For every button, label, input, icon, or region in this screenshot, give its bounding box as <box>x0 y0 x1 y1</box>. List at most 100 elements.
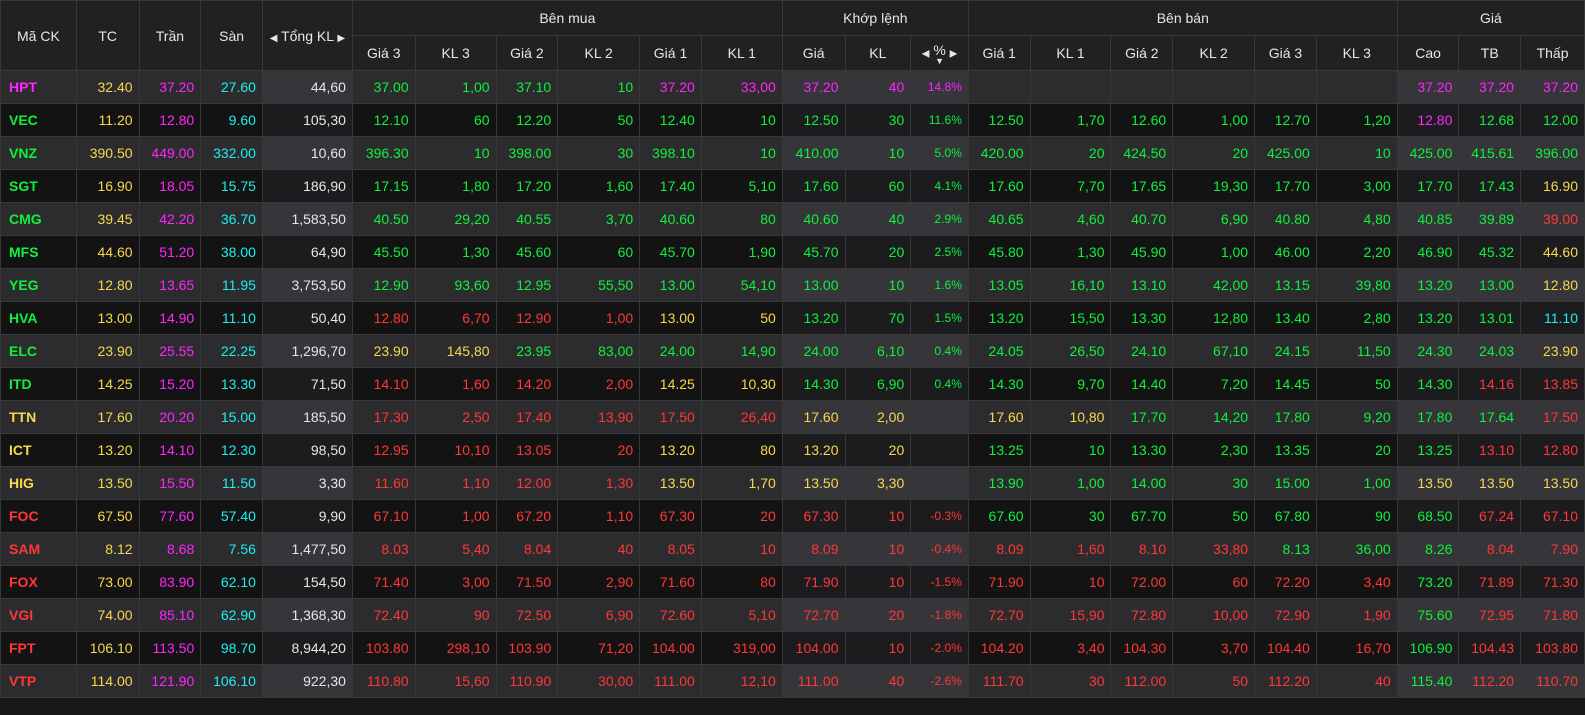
symbol-cell[interactable]: SGT <box>0 169 77 203</box>
symbol-cell[interactable]: ITD <box>0 367 77 401</box>
cell-hi: 17.80 <box>1396 400 1460 434</box>
header-avg[interactable]: TB <box>1458 35 1522 71</box>
symbol-cell[interactable]: VTP <box>0 664 77 698</box>
header-match-vol[interactable]: KL <box>844 35 912 71</box>
header-ask-vol-1[interactable]: KL 1 <box>1029 35 1112 71</box>
caret-right-icon[interactable]: ▶ <box>337 33 345 44</box>
table-row[interactable]: FPT 106.10 113.50 98.70 8,944,20 103.80 298,10… <box>0 631 1585 665</box>
cell-avg: 67.24 <box>1458 499 1522 533</box>
header-ask-price-3[interactable]: Giá 3 <box>1254 35 1317 71</box>
header-high[interactable]: Cao <box>1396 35 1460 71</box>
symbol-cell[interactable]: ICT <box>0 433 77 467</box>
header-ask-vol-3[interactable]: KL 3 <box>1315 35 1398 71</box>
caret-left-icon[interactable]: ◀ <box>922 49 930 60</box>
cell-bv3: 10,10 <box>414 433 497 467</box>
cell-san: 15.75 <box>200 169 263 203</box>
cell-hi: 115.40 <box>1396 664 1460 698</box>
symbol-cell[interactable]: YEG <box>0 268 77 302</box>
table-row[interactable]: VEC 11.20 12.80 9.60 105,30 12.10 60 12.20 50 12.… <box>0 103 1585 137</box>
table-row[interactable]: ELC 23.90 25.55 22.25 1,296,70 23.90 145,80 23.… <box>0 334 1585 368</box>
cell-bv3: 29,20 <box>414 202 497 236</box>
header-bid-vol-1[interactable]: KL 1 <box>700 35 783 71</box>
header-bid-price-2[interactable]: Giá 2 <box>495 35 559 71</box>
cell-tran: 85.10 <box>138 598 202 632</box>
caret-left-icon[interactable]: ◀ <box>270 33 278 44</box>
header-bid-vol-2[interactable]: KL 2 <box>557 35 641 71</box>
cell-av1: 9,70 <box>1029 367 1112 401</box>
cell-avg: 45.32 <box>1458 235 1522 269</box>
cell-ap3 <box>1254 70 1317 104</box>
cell-av1: 10,80 <box>1029 400 1112 434</box>
cell-av1: 15,90 <box>1029 598 1112 632</box>
header-match-pct[interactable]: ◀ % ▼ ▶ <box>910 35 969 71</box>
cell-bv2: 60 <box>557 235 641 269</box>
symbol-cell[interactable]: CMG <box>0 202 77 236</box>
cell-bp3: 45.50 <box>351 235 416 269</box>
table-row[interactable]: ICT 13.20 14.10 12.30 98,50 12.95 10,10 13.05 20… <box>0 433 1585 467</box>
table-row[interactable]: HPT 32.40 37.20 27.60 44,60 37.00 1,00 37.10 10 3… <box>0 70 1585 104</box>
symbol-cell[interactable]: HIG <box>0 466 77 500</box>
header-san[interactable]: Sàn <box>200 0 263 71</box>
table-row[interactable]: TTN 17.60 20.20 15.00 185,50 17.30 2,50 17.40 13… <box>0 400 1585 434</box>
table-row[interactable]: HVA 13.00 14.90 11.10 50,40 12.80 6,70 12.90 1,0… <box>0 301 1585 335</box>
header-bid-price-1[interactable]: Giá 1 <box>639 35 702 71</box>
symbol-cell[interactable]: VGI <box>0 598 77 632</box>
header-low[interactable]: Thấp <box>1520 35 1585 71</box>
symbol-cell[interactable]: HPT <box>0 70 77 104</box>
cell-bv1: 1,70 <box>700 466 783 500</box>
table-row[interactable]: FOC 67.50 77.60 57.40 9,90 67.10 1,00 67.20 1,10… <box>0 499 1585 533</box>
cell-ap1: 420.00 <box>967 136 1031 170</box>
cell-av3: 39,80 <box>1315 268 1398 302</box>
header-symbol[interactable]: Mã CK <box>0 0 77 71</box>
cell-bv1: 10 <box>700 532 783 566</box>
header-price-label: Giá <box>1479 10 1502 26</box>
table-row[interactable]: YEG 12.80 13.65 11.95 3,753,50 12.90 93,60 12.9… <box>0 268 1585 302</box>
symbol-cell[interactable]: VEC <box>0 103 77 137</box>
header-ask-price-1[interactable]: Giá 1 <box>967 35 1031 71</box>
symbol-cell[interactable]: MFS <box>0 235 77 269</box>
cell-mv: 40 <box>844 664 912 698</box>
cell-ap1: 67.60 <box>967 499 1031 533</box>
cell-tkl: 1,583,50 <box>261 202 353 236</box>
cell-tc: 16.90 <box>75 169 140 203</box>
table-row[interactable]: MFS 44.60 51.20 38.00 64,90 45.50 1,30 45.60 60 4… <box>0 235 1585 269</box>
table-row[interactable]: VGI 74.00 85.10 62.90 1,368,30 72.40 90 72.50 6,… <box>0 598 1585 632</box>
caret-right-icon[interactable]: ▶ <box>950 49 958 60</box>
cell-san: 27.60 <box>200 70 263 104</box>
table-row[interactable]: VTP 114.00 121.90 106.10 922,30 110.80 15,60 11… <box>0 664 1585 698</box>
cell-ap2: 67.70 <box>1110 499 1174 533</box>
cell-hi: 14.30 <box>1396 367 1460 401</box>
symbol-cell[interactable]: VNZ <box>0 136 77 170</box>
symbol-cell[interactable]: FPT <box>0 631 77 665</box>
cell-bp1: 104.00 <box>639 631 702 665</box>
symbol-cell[interactable]: FOC <box>0 499 77 533</box>
header-ask-vol-2[interactable]: KL 2 <box>1172 35 1256 71</box>
header-bid-vol-3[interactable]: KL 3 <box>414 35 497 71</box>
sort-down-icon[interactable]: ▼ <box>933 57 945 66</box>
cell-bp2: 8.04 <box>495 532 559 566</box>
cell-bp1: 24.00 <box>639 334 702 368</box>
symbol-cell[interactable]: SAM <box>0 532 77 566</box>
table-row[interactable]: FOX 73.00 83.90 62.10 154,50 71.40 3,00 71.50 2,… <box>0 565 1585 599</box>
header-tran[interactable]: Trần <box>138 0 202 71</box>
table-row[interactable]: HIG 13.50 15.50 11.50 3,30 11.60 1,10 12.00 1,30… <box>0 466 1585 500</box>
symbol-cell[interactable]: HVA <box>0 301 77 335</box>
cell-av2: 1,00 <box>1172 103 1256 137</box>
table-row[interactable]: SGT 16.90 18.05 15.75 186,90 17.15 1,80 17.20 1,… <box>0 169 1585 203</box>
table-row[interactable]: SAM 8.12 8.68 7.56 1,477,50 8.03 5,40 8.04 40 8.0… <box>0 532 1585 566</box>
symbol-cell[interactable]: FOX <box>0 565 77 599</box>
symbol-cell[interactable]: TTN <box>0 400 77 434</box>
table-row[interactable]: CMG 39.45 42.20 36.70 1,583,50 40.50 29,20 40.5… <box>0 202 1585 236</box>
table-row[interactable]: ITD 14.25 15.20 13.30 71,50 14.10 1,60 14.20 2,0… <box>0 367 1585 401</box>
header-match-group: Khớp lệnh <box>781 0 969 36</box>
cell-ap2: 104.30 <box>1110 631 1174 665</box>
header-total-volume[interactable]: ◀ Tổng KL ▶ <box>261 0 353 71</box>
cell-san: 11.10 <box>200 301 263 335</box>
table-row[interactable]: VNZ 390.50 449.00 332.00 10,60 396.30 10 398.00… <box>0 136 1585 170</box>
header-match-price[interactable]: Giá <box>781 35 846 71</box>
cell-mp: 72.70 <box>781 598 846 632</box>
header-ask-price-2[interactable]: Giá 2 <box>1110 35 1174 71</box>
symbol-cell[interactable]: ELC <box>0 334 77 368</box>
header-tc[interactable]: TC <box>75 0 140 71</box>
header-bid-price-3[interactable]: Giá 3 <box>351 35 416 71</box>
